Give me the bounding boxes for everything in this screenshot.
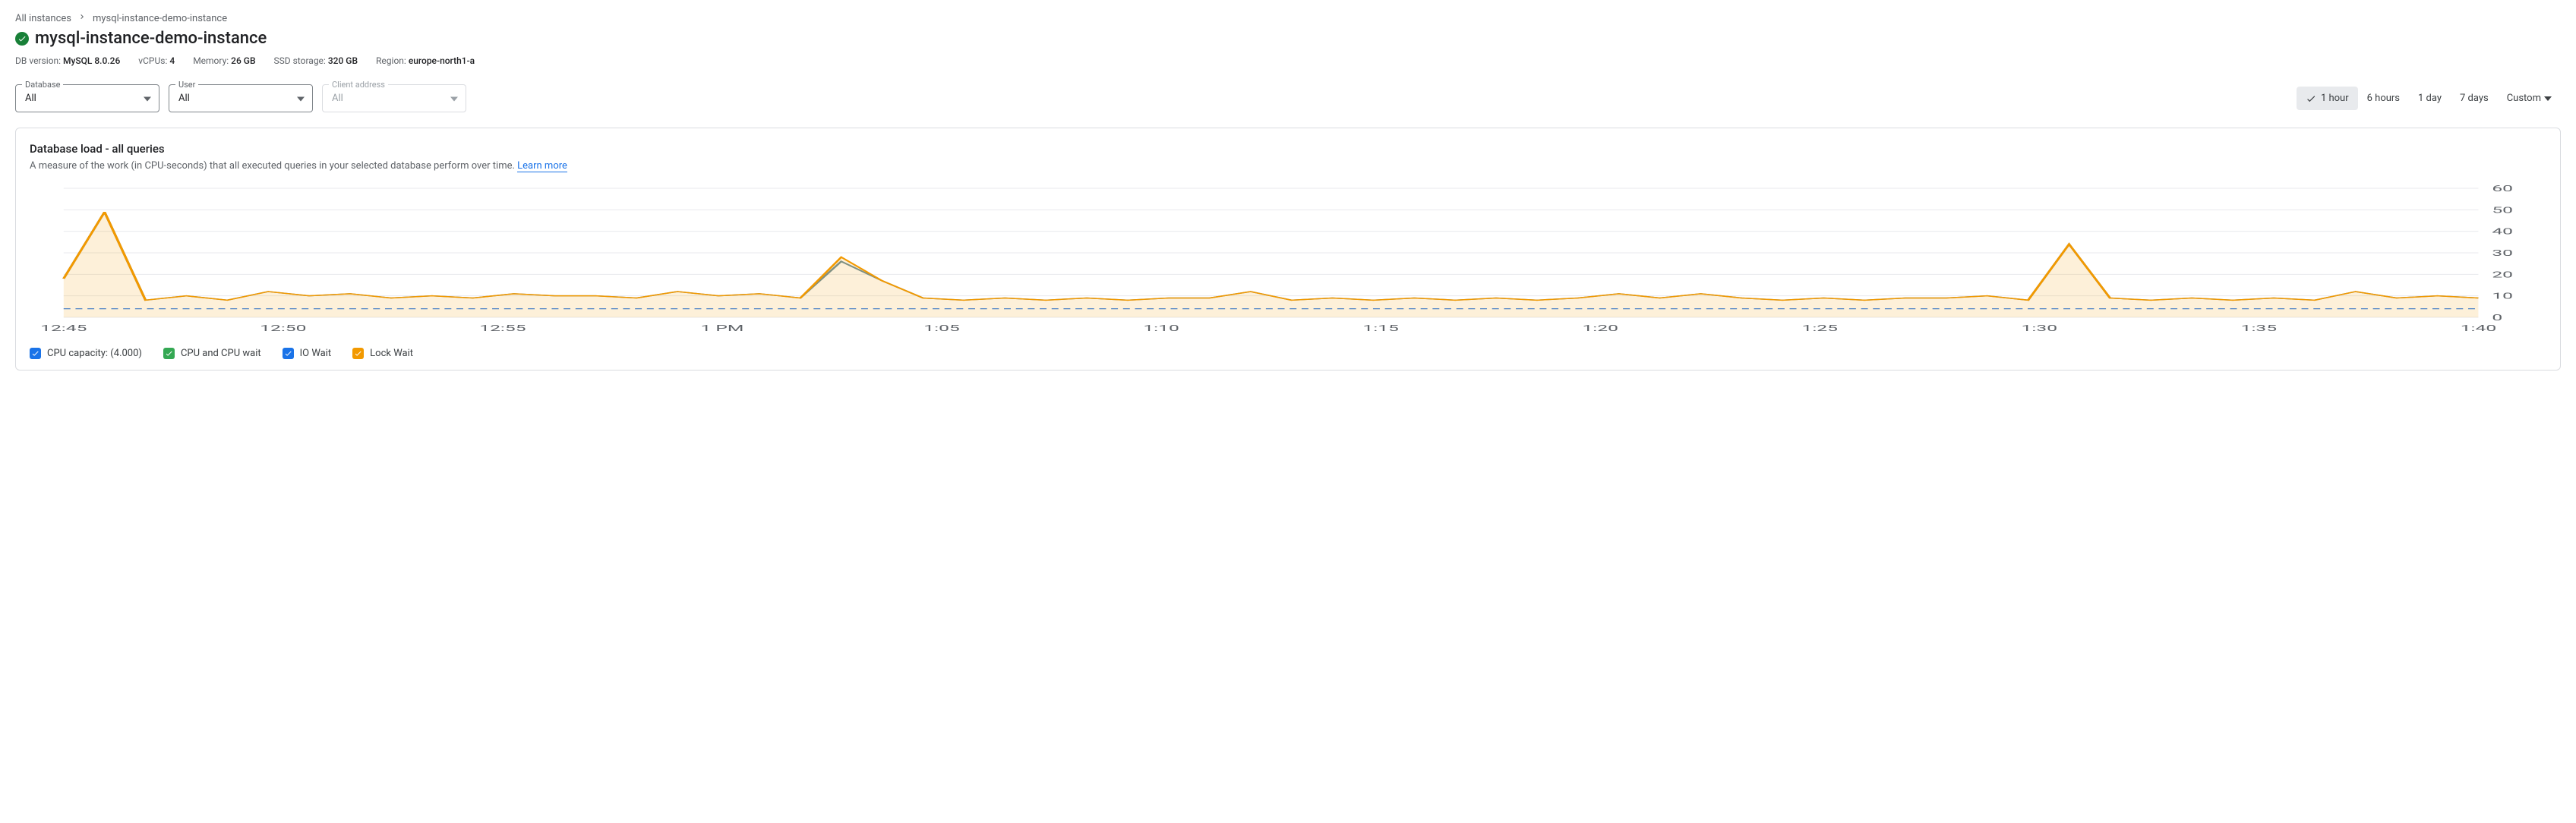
- db-version-label: DB version:: [15, 55, 61, 66]
- svg-text:60: 60: [2492, 184, 2513, 194]
- legend-swatch-icon: [283, 348, 294, 359]
- user-select-value: All: [178, 93, 190, 104]
- client-select-value: All: [332, 93, 343, 104]
- legend-io-wait[interactable]: IO Wait: [283, 348, 332, 359]
- database-select-label: Database: [22, 80, 63, 90]
- legend-label: Lock Wait: [370, 348, 413, 359]
- legend-cpu-capacity[interactable]: CPU capacity: (4.000): [30, 348, 142, 359]
- memory-value: 26 GB: [231, 55, 255, 66]
- legend-label: CPU and CPU wait: [181, 348, 261, 359]
- time-range-label: 1 hour: [2321, 93, 2349, 104]
- svg-text:50: 50: [2492, 205, 2513, 215]
- database-select-value: All: [25, 93, 36, 104]
- region-label: Region:: [376, 55, 406, 66]
- card-title: Database load - all queries: [30, 142, 2546, 156]
- dropdown-icon: [297, 93, 305, 104]
- time-range-label: 1 day: [2418, 93, 2442, 104]
- controls-row: Database All User All Client address All…: [15, 84, 2561, 112]
- legend-swatch-icon: [163, 348, 175, 359]
- svg-text:12:55: 12:55: [479, 323, 526, 333]
- time-range-1day[interactable]: 1 day: [2409, 87, 2451, 110]
- client-address-select: Client address All: [322, 84, 466, 112]
- svg-text:1:30: 1:30: [2022, 323, 2057, 333]
- user-select[interactable]: User All: [169, 84, 313, 112]
- database-load-chart[interactable]: 0 10 20 30 40 50 60 12:45 12:50 12:55 1 PM 1:05 1:10…: [30, 181, 2546, 340]
- svg-text:12:45: 12:45: [40, 323, 87, 333]
- chart-legend: CPU capacity: (4.000) CPU and CPU wait I…: [30, 348, 2546, 359]
- svg-text:1:15: 1:15: [1362, 323, 1398, 333]
- svg-text:1 PM: 1 PM: [700, 323, 743, 333]
- time-range-selector: 1 hour 6 hours 1 day 7 days Custom: [2297, 87, 2561, 110]
- svg-text:12:50: 12:50: [260, 323, 306, 333]
- time-range-label: 7 days: [2460, 93, 2489, 104]
- memory-label: Memory:: [193, 55, 229, 66]
- svg-text:1:25: 1:25: [1802, 323, 1838, 333]
- status-running-icon: [15, 32, 29, 46]
- vcpus-value: 4: [169, 55, 175, 66]
- svg-text:1:20: 1:20: [1582, 323, 1618, 333]
- dropdown-icon: [450, 93, 458, 104]
- legend-lock-wait[interactable]: Lock Wait: [352, 348, 413, 359]
- svg-text:30: 30: [2492, 248, 2513, 258]
- legend-label: IO Wait: [300, 348, 332, 359]
- time-range-7days[interactable]: 7 days: [2451, 87, 2498, 110]
- dropdown-icon: [2544, 96, 2552, 101]
- svg-text:1:35: 1:35: [2241, 323, 2277, 333]
- page-title: mysql-instance-demo-instance: [35, 29, 267, 48]
- learn-more-link[interactable]: Learn more: [517, 160, 567, 172]
- legend-cpu-wait[interactable]: CPU and CPU wait: [163, 348, 261, 359]
- time-range-custom[interactable]: Custom: [2498, 87, 2561, 110]
- legend-label: CPU capacity: (4.000): [47, 348, 142, 359]
- user-select-label: User: [175, 80, 198, 90]
- vcpus-label: vCPUs:: [138, 55, 167, 66]
- svg-text:40: 40: [2492, 226, 2513, 236]
- chevron-right-icon: [77, 12, 87, 24]
- breadcrumb-root-link[interactable]: All instances: [15, 13, 71, 24]
- db-version-value: MySQL 8.0.26: [63, 55, 120, 66]
- card-subtitle-text: A measure of the work (in CPU-seconds) t…: [30, 160, 515, 172]
- title-row: mysql-instance-demo-instance: [15, 29, 2561, 48]
- chart-container: 0 10 20 30 40 50 60 12:45 12:50 12:55 1 PM 1:05 1:10…: [30, 181, 2546, 340]
- legend-swatch-icon: [352, 348, 364, 359]
- svg-text:1:10: 1:10: [1143, 323, 1179, 333]
- database-select[interactable]: Database All: [15, 84, 159, 112]
- region-value: europe-north1-a: [409, 55, 475, 66]
- svg-text:0: 0: [2492, 313, 2502, 323]
- svg-text:10: 10: [2492, 291, 2513, 301]
- instance-meta: DB version: MySQL 8.0.26 vCPUs: 4 Memory…: [15, 55, 2561, 66]
- time-range-1hour[interactable]: 1 hour: [2297, 87, 2358, 110]
- breadcrumb-current: mysql-instance-demo-instance: [93, 13, 227, 24]
- svg-text:1:40: 1:40: [2461, 323, 2496, 333]
- legend-swatch-icon: [30, 348, 41, 359]
- storage-label: SSD storage:: [274, 55, 326, 66]
- svg-text:20: 20: [2492, 270, 2513, 279]
- client-select-label: Client address: [329, 80, 388, 90]
- time-range-6hours[interactable]: 6 hours: [2358, 87, 2409, 110]
- time-range-label: Custom: [2507, 93, 2541, 104]
- storage-value: 320 GB: [328, 55, 358, 66]
- check-icon: [2306, 93, 2316, 104]
- svg-text:1:05: 1:05: [923, 323, 959, 333]
- card-subtitle: A measure of the work (in CPU-seconds) t…: [30, 160, 2546, 172]
- database-load-card: Database load - all queries A measure of…: [15, 128, 2561, 371]
- dropdown-icon: [144, 93, 151, 104]
- breadcrumb: All instances mysql-instance-demo-instan…: [15, 12, 2561, 24]
- time-range-label: 6 hours: [2367, 93, 2400, 104]
